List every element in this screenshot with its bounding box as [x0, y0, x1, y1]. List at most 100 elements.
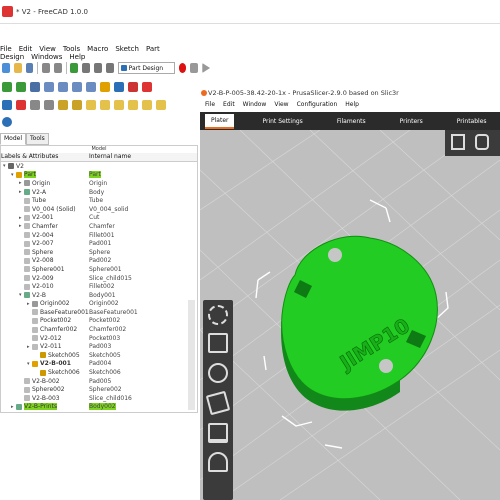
- open-file-icon[interactable]: [13, 63, 22, 73]
- run-macro-icon[interactable]: [202, 63, 211, 73]
- prusa-menu-window[interactable]: Window: [243, 101, 267, 112]
- sketch-icon[interactable]: [128, 82, 138, 92]
- tree-row[interactable]: ▾ V2: [1, 162, 197, 171]
- validate-sketch-icon[interactable]: [30, 100, 40, 110]
- move-icon[interactable]: [208, 305, 228, 325]
- revolve-icon[interactable]: [72, 100, 82, 110]
- refresh-icon[interactable]: [70, 63, 79, 73]
- draw-style-icon[interactable]: [30, 82, 40, 92]
- create-sketch-icon[interactable]: [16, 100, 26, 110]
- prusa-tab-filaments[interactable]: Filaments: [331, 115, 372, 128]
- record-macro-icon[interactable]: [178, 63, 187, 73]
- scale-icon[interactable]: [208, 333, 228, 353]
- tree-row[interactable]: Sketch006 Sketch006: [1, 368, 197, 377]
- measure-icon[interactable]: [142, 82, 152, 92]
- menu-tools[interactable]: Tools: [63, 45, 80, 53]
- paste-icon[interactable]: [105, 63, 114, 73]
- tree-row[interactable]: ▸ Origin Origin: [1, 179, 197, 188]
- prusa-tab-plater[interactable]: Plater: [205, 113, 235, 129]
- body-icon[interactable]: [114, 82, 124, 92]
- isometric-view-icon[interactable]: [44, 82, 54, 92]
- fillet-icon[interactable]: [128, 100, 138, 110]
- fit-all-icon[interactable]: [2, 82, 12, 92]
- menu-sketch[interactable]: Sketch: [115, 45, 139, 53]
- tree-row[interactable]: Sketch005 Sketch005: [1, 351, 197, 360]
- printed-object[interactable]: JIMP10: [281, 235, 438, 411]
- tree-row[interactable]: Pocket002 Pocket002: [1, 317, 197, 326]
- hole-icon[interactable]: [100, 100, 110, 110]
- 3d-viewport[interactable]: JIMP10: [200, 130, 500, 500]
- remove-instance-icon[interactable]: [475, 134, 489, 150]
- menu-view[interactable]: View: [39, 45, 56, 53]
- chamfer-icon[interactable]: [142, 100, 152, 110]
- column-labels-attributes[interactable]: Labels & Attributes: [1, 153, 89, 161]
- prusa-tab-printers[interactable]: Printers: [394, 115, 429, 128]
- fit-selection-icon[interactable]: [16, 82, 26, 92]
- tree-row[interactable]: ▸ V2-B-Prints Body002: [1, 403, 197, 412]
- column-internal-name[interactable]: Internal name: [89, 153, 131, 161]
- tree-row[interactable]: V2-B-003 Slice_child016: [1, 394, 197, 403]
- tree-row[interactable]: V2-008 Pad002: [1, 257, 197, 266]
- tab-model[interactable]: Model: [0, 133, 27, 145]
- tree-row[interactable]: Sphere002 Sphere002: [1, 385, 197, 394]
- prusa-menu-edit[interactable]: Edit: [223, 101, 235, 112]
- new-file-icon[interactable]: [2, 63, 10, 73]
- menu-file[interactable]: File: [0, 45, 12, 53]
- cut-tool-icon[interactable]: [208, 423, 228, 443]
- prusaslicer-window: V2-B-P-005-38.42-20-1x - PrusaSlicer-2.9…: [200, 87, 500, 500]
- paint-support-icon[interactable]: [208, 452, 228, 472]
- part-icon[interactable]: [100, 82, 110, 92]
- tree-row[interactable]: ▸ Chamfer Chamfer: [1, 222, 197, 231]
- tree-row[interactable]: ▾ Part Part: [1, 171, 197, 180]
- tree-row[interactable]: V2-004 Fillet001: [1, 231, 197, 240]
- tree-row[interactable]: ▸ Origin002 Origin002: [1, 300, 197, 309]
- menu-macro[interactable]: Macro: [87, 45, 108, 53]
- tree-row[interactable]: ▾ V2-B Body001: [1, 291, 197, 300]
- feature-icon: [32, 360, 38, 367]
- save-icon[interactable]: [25, 63, 34, 73]
- tab-tools[interactable]: Tools: [26, 133, 49, 145]
- tree-row[interactable]: Tube Tube: [1, 196, 197, 205]
- prusa-tab-print-settings[interactable]: Print Settings: [256, 115, 308, 128]
- prusa-menu-help[interactable]: Help: [345, 101, 359, 112]
- tree-row[interactable]: Chamfer002 Chamfer002: [1, 325, 197, 334]
- mirror-icon[interactable]: [156, 100, 166, 110]
- cut-icon[interactable]: [82, 63, 91, 73]
- groove-icon[interactable]: [114, 100, 124, 110]
- tree-row[interactable]: V2-B-002 Pad005: [1, 377, 197, 386]
- right-view-icon[interactable]: [86, 82, 96, 92]
- redo-icon[interactable]: [53, 63, 62, 73]
- tree-row[interactable]: V2-007 Pad001: [1, 239, 197, 248]
- menu-edit[interactable]: Edit: [19, 45, 33, 53]
- tree-row[interactable]: V0_004 (Solid) V0_004_solid: [1, 205, 197, 214]
- undo-icon[interactable]: [42, 63, 50, 73]
- prusa-menu-configuration[interactable]: Configuration: [297, 101, 338, 112]
- tree-row[interactable]: V2-010 Fillet002: [1, 282, 197, 291]
- tree-row[interactable]: ▸ V2-A Body: [1, 188, 197, 197]
- tree-row[interactable]: V2-012 Pocket003: [1, 334, 197, 343]
- pad-icon[interactable]: [58, 100, 68, 110]
- workbench-selector[interactable]: Part Design: [117, 62, 175, 74]
- tree-row[interactable]: Sphere Sphere: [1, 248, 197, 257]
- tree-row[interactable]: BaseFeature001 BaseFeature001: [1, 308, 197, 317]
- pocket-icon[interactable]: [86, 100, 96, 110]
- shape-binder-icon[interactable]: [44, 100, 54, 110]
- whats-this-icon[interactable]: [2, 117, 12, 127]
- copy-icon[interactable]: [94, 63, 102, 73]
- macro-editor-icon[interactable]: [190, 63, 199, 73]
- front-view-icon[interactable]: [58, 82, 68, 92]
- tree-row[interactable]: ▸ V2-001 Cut: [1, 214, 197, 223]
- prusa-menu-file[interactable]: File: [205, 101, 215, 112]
- create-body-icon[interactable]: [2, 100, 12, 110]
- tree-row[interactable]: ▸ V2-011 Pad003: [1, 342, 197, 351]
- place-on-face-icon[interactable]: [205, 390, 231, 416]
- tree-row[interactable]: V2-009 Slice_child015: [1, 274, 197, 283]
- add-instance-icon[interactable]: [451, 134, 465, 150]
- prusa-tab-printables[interactable]: Printables: [451, 115, 493, 128]
- tree-scrollbar[interactable]: [188, 300, 195, 410]
- prusa-menu-view[interactable]: View: [274, 101, 288, 112]
- tree-row[interactable]: Sphere001 Sphere001: [1, 265, 197, 274]
- tree-row[interactable]: ▾ V2-B-001 Pad004: [1, 360, 197, 369]
- rotate-icon[interactable]: [208, 363, 228, 383]
- top-view-icon[interactable]: [72, 82, 82, 92]
